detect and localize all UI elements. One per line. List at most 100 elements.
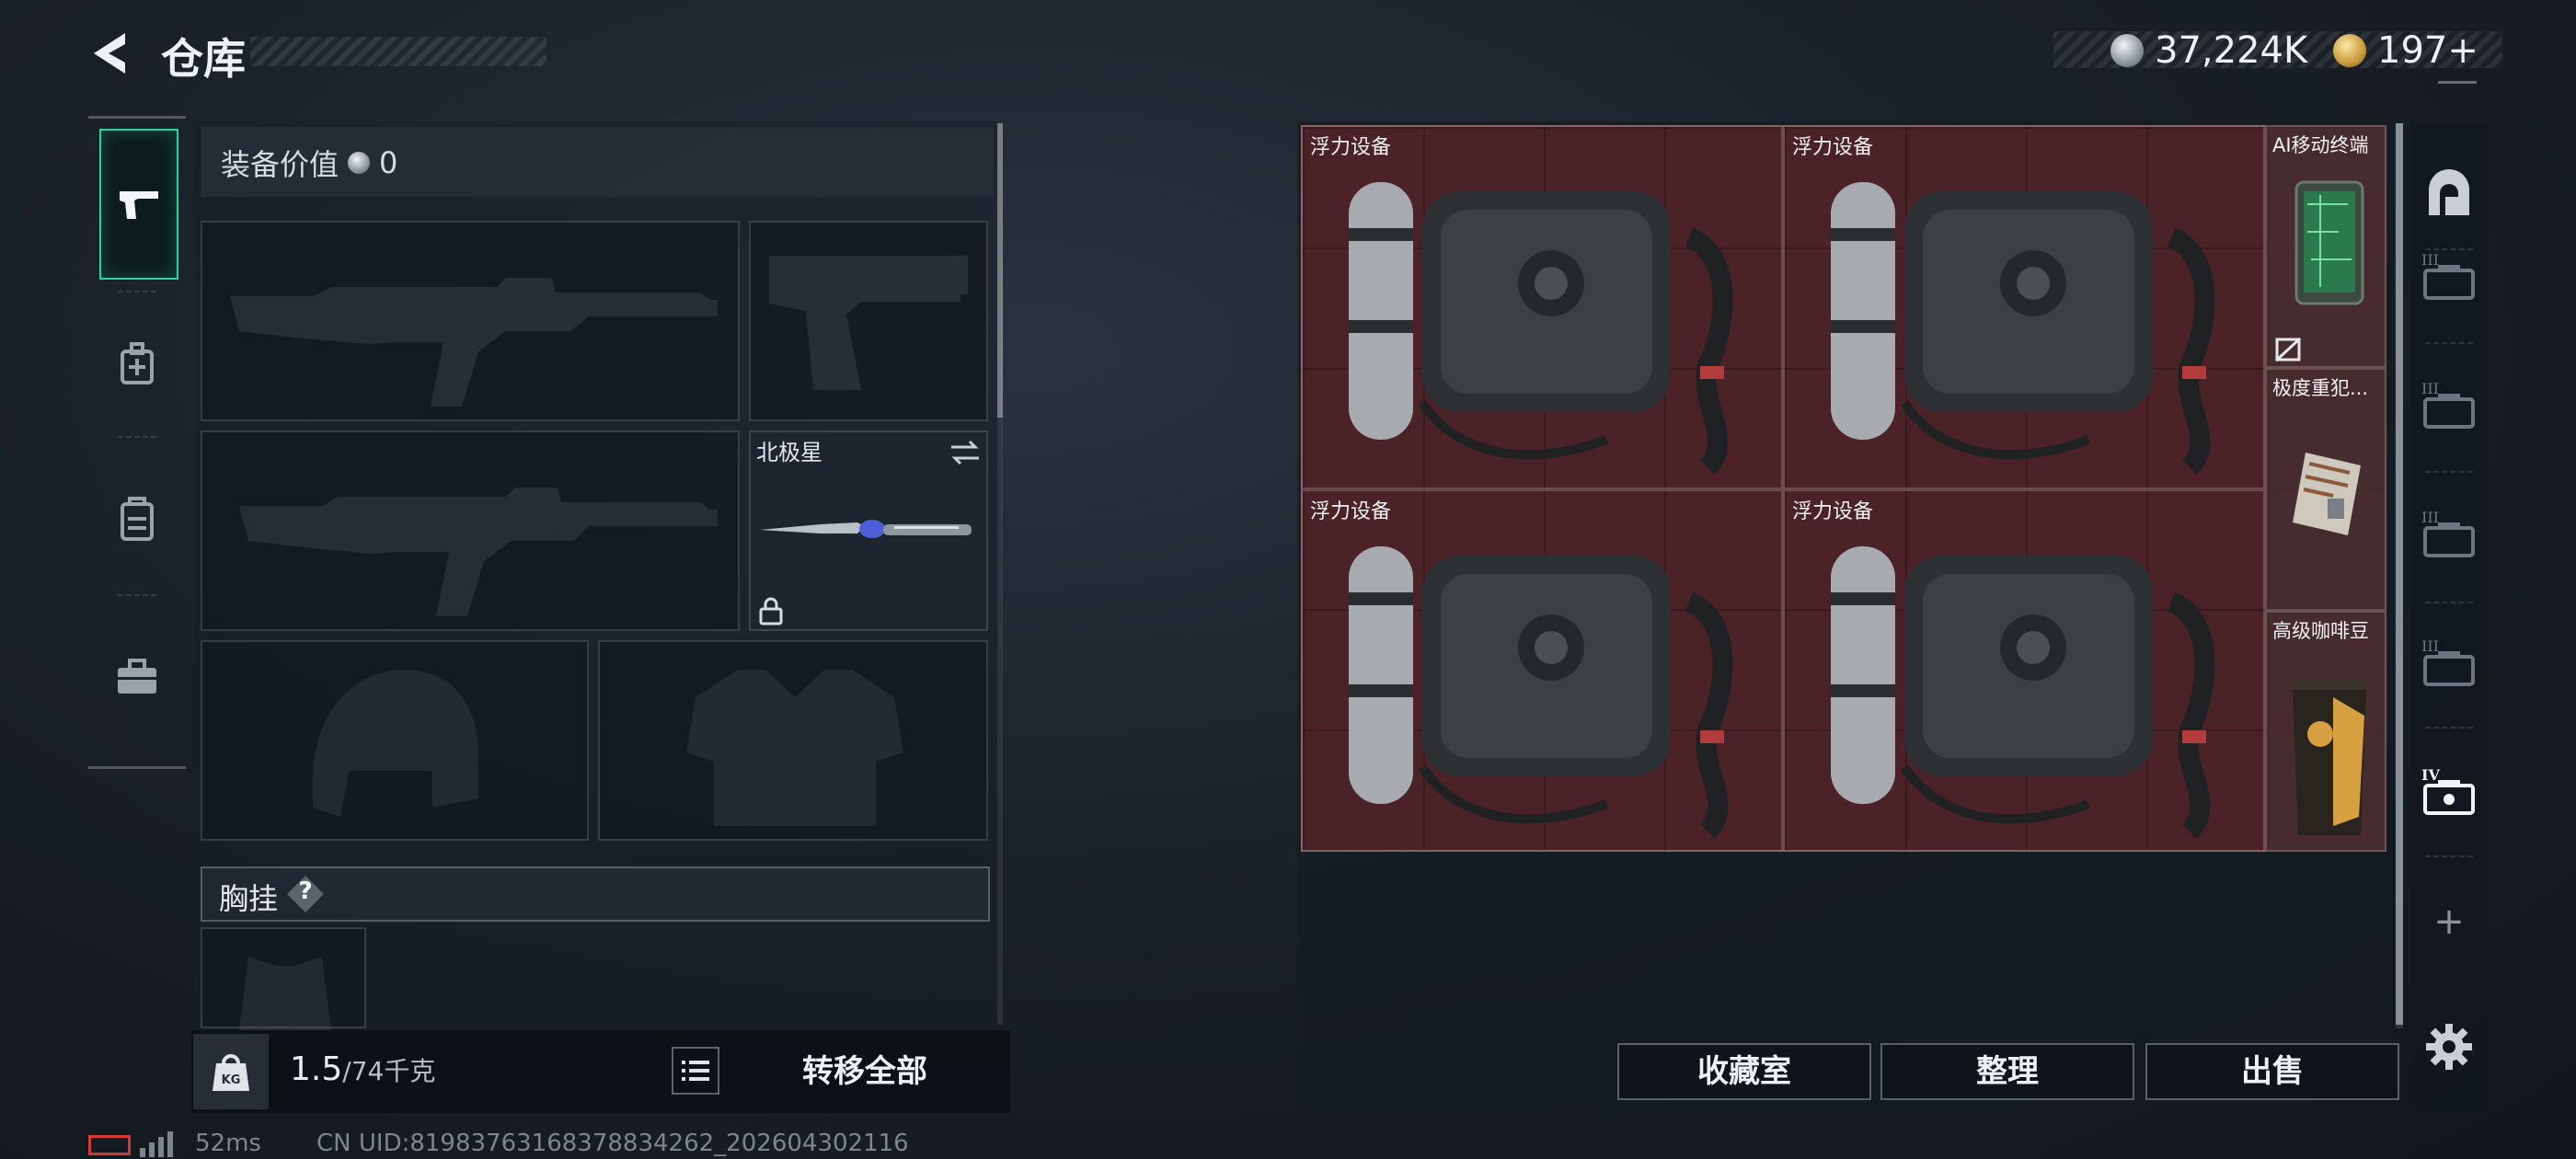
gold-amount: 197+ [2377,29,2478,72]
tier-label: IV [2421,766,2440,784]
tier-label: III [2421,509,2439,526]
title-decoration [250,37,546,66]
equipment-value-amount: 0 [379,145,398,180]
tier-label: III [2421,637,2439,655]
add-page-button[interactable]: + [2416,876,2482,968]
tab-backpack[interactable] [99,445,175,592]
storage-item[interactable]: 极度重犯... [2265,368,2386,611]
tier-case-icon: III [2421,637,2475,686]
rail-divider [2425,471,2473,473]
sort-button[interactable]: 整理 [1880,1043,2134,1100]
chest-rig-label: 胸挂 [219,881,279,916]
page-title: 仓库 [161,34,246,84]
storage-item[interactable]: 浮力设备 [1783,125,2265,489]
equipment-scroll-thumb[interactable] [997,123,1003,418]
weight-capacity: /74千克 [342,1056,436,1086]
tab-case[interactable] [99,603,175,751]
tab-weapons[interactable] [99,129,178,280]
tab-medical[interactable] [99,291,175,438]
tier-case-icon: III [2421,380,2475,429]
pistol-icon [120,191,158,219]
uid-text: CN UID:8198376316837883426​2_20260430211… [316,1130,909,1157]
ai-terminal-icon [2294,180,2364,305]
tab-divider [118,436,156,438]
silver-currency: 37,224K [2110,29,2307,72]
storage-item[interactable]: 浮力设备 [1301,489,1783,852]
gate-icon [2429,169,2469,215]
kg-text: KG [222,1073,241,1087]
silver-amount: 37,224K [2155,29,2308,72]
buoyancy-device-icon [1831,546,2215,839]
item-name: 极度重犯... [2272,377,2369,399]
helmet-silhouette-icon [313,670,478,817]
equipment-value: 装备价值 0 [221,142,397,184]
gold-currency[interactable]: 197+ [2333,29,2478,72]
melee-slot[interactable]: 北极星 [749,430,988,631]
rail-page-3[interactable]: III [2416,489,2482,581]
armor-silhouette-icon [686,670,903,826]
item-name: AI移动终端 [2272,134,2369,156]
tier-case-icon: III [2421,509,2475,557]
gold-coin-icon [2333,34,2366,67]
rail-divider [2425,727,2473,729]
chest-rig-slot[interactable] [201,927,366,1030]
buoyancy-device-icon [1349,546,1733,839]
sell-button[interactable]: 出售 [2145,1043,2399,1100]
battery-icon [88,1135,131,1155]
equipment-value-label: 装备价值 [221,147,339,182]
item-name: 高级咖啡豆 [2272,620,2369,642]
tier-case-icon: IV [2421,766,2475,815]
body-armor-slot[interactable] [598,640,988,841]
carry-weight: 1.5/74千克 [290,1050,435,1088]
gear-icon [2426,1024,2472,1070]
knife-icon [760,520,972,538]
storage-item[interactable]: 浮力设备 [1783,489,2265,852]
buoyancy-device-icon [1349,182,1733,475]
primary-weapon-slot-1[interactable] [201,221,740,421]
rail-divider [2425,342,2473,344]
vest-silhouette-icon [239,957,331,1030]
list-icon [682,1061,709,1081]
storage-item[interactable]: 高级咖啡豆 [2265,611,2386,852]
weight-kg-icon: KG [213,1054,249,1091]
coffee-bag-icon [2293,679,2366,835]
sidearm-slot[interactable] [749,221,988,421]
settings-button[interactable] [2416,1001,2482,1093]
melee-name: 北极星 [756,440,822,465]
tier-label: III [2421,251,2439,269]
pistol-silhouette-icon [769,256,968,390]
rail-gate-button[interactable] [2416,147,2482,239]
tier-label: III [2421,380,2439,397]
rail-page-1[interactable]: III [2416,232,2482,324]
tab-divider [118,594,156,596]
collection-room-button[interactable]: 收藏室 [1617,1043,1871,1100]
rail-divider [2425,602,2473,603]
list-view-button[interactable] [672,1047,719,1095]
back-button[interactable] [85,28,136,79]
swap-icon[interactable] [948,438,983,467]
buoyancy-device-icon [1831,182,2215,475]
help-button[interactable]: ? [285,874,326,914]
dossier-icon [2293,453,2361,535]
backpack-icon [121,497,154,541]
transfer-all-button[interactable]: 转移全部 [736,1049,994,1095]
storage-item[interactable]: AI移动终端 [2265,125,2386,368]
corner-decoration [2438,81,2477,106]
tier-case-icon: III [2421,251,2475,300]
silver-coin-icon [348,152,371,174]
rifle-silhouette-icon [239,488,718,616]
weight-icon-box: KG [193,1034,269,1109]
rail-page-4[interactable]: III [2416,618,2482,710]
primary-weapon-slot-2[interactable] [201,430,740,631]
helmet-slot[interactable] [201,640,589,841]
rail-page-2[interactable]: III [2416,361,2482,453]
rail-divider [2425,855,2473,857]
help-label: ? [298,878,313,905]
signal-icon [140,1131,173,1157]
rail-page-5-active[interactable]: IV [2416,747,2482,839]
storage-scroll-thumb[interactable] [2396,123,2403,1025]
lock-icon [759,597,783,625]
ping-text: 52ms [195,1130,261,1157]
medkit-icon [121,342,154,384]
storage-item[interactable]: 浮力设备 [1301,125,1783,489]
